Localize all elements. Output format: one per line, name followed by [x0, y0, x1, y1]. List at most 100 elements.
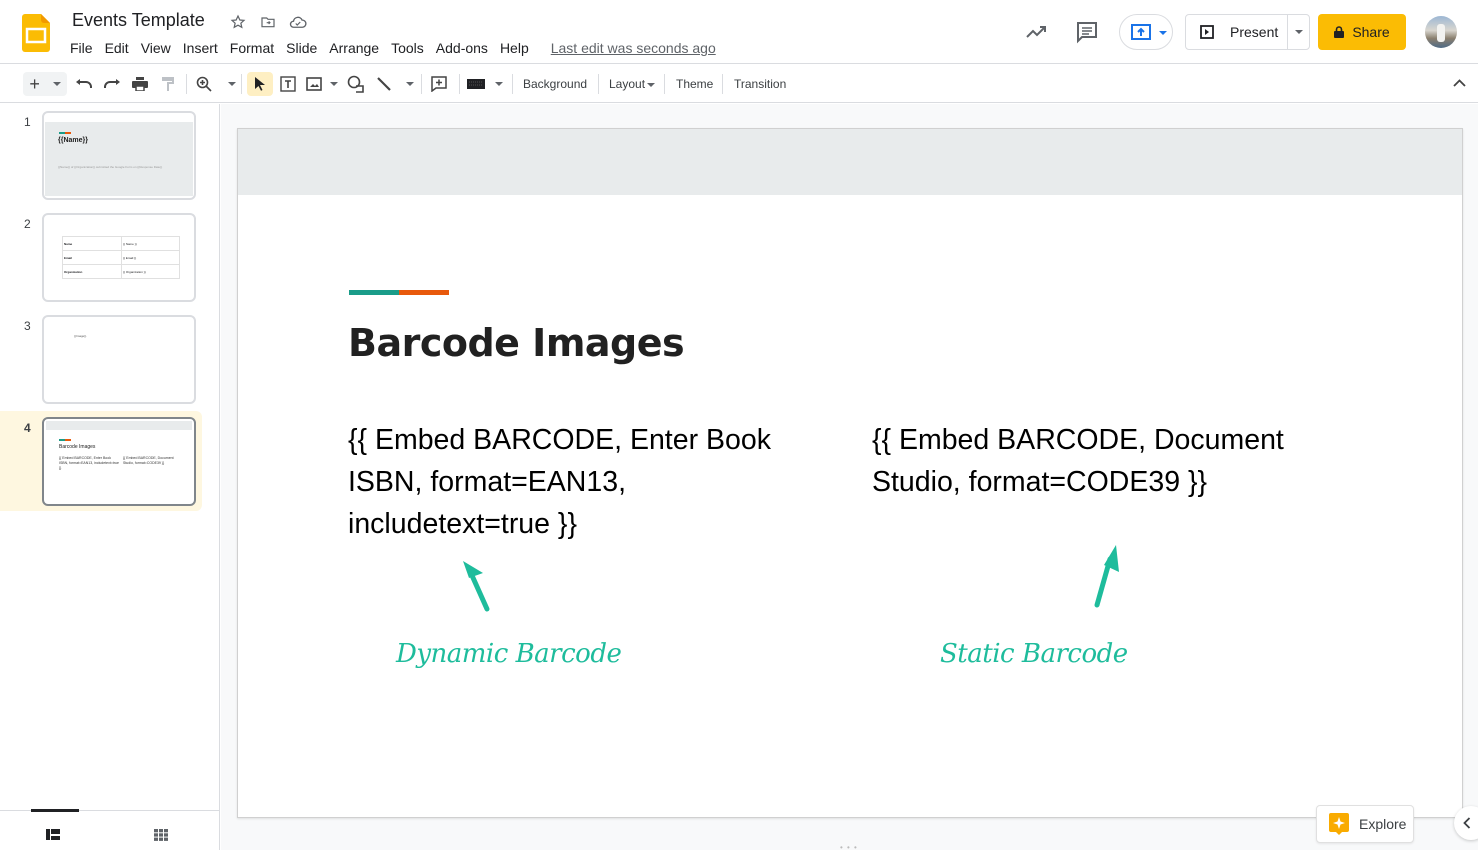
menu-help[interactable]: Help	[494, 40, 535, 56]
toolbar-divider	[598, 74, 599, 94]
slide-title[interactable]: Barcode Images	[348, 321, 685, 365]
filmstrip-slide-4[interactable]: 4 Barcode Images {{ Embed BARCODE, Enter…	[0, 411, 202, 511]
theme-button[interactable]: Theme	[676, 77, 713, 91]
slide-thumbnail[interactable]: {{Image}}	[42, 315, 196, 404]
dynamic-barcode-label[interactable]: Dynamic Barcode	[396, 639, 622, 669]
menu-tools[interactable]: Tools	[385, 40, 430, 56]
slide-number: 1	[24, 115, 31, 129]
toolbar: + Background Layout Theme Transition	[0, 65, 1478, 103]
explore-button[interactable]: Explore	[1316, 805, 1414, 843]
menu-view[interactable]: View	[135, 40, 177, 56]
thumb-cell: Organization	[62, 264, 122, 279]
thumb-cell: Email	[62, 250, 122, 265]
chevron-down-icon	[1294, 30, 1303, 34]
slide-filmstrip: 1 {{Name}} {{Name}} of {{Organization}} …	[0, 104, 220, 850]
cloud-saved-icon[interactable]	[288, 12, 308, 32]
share-button[interactable]: Share	[1318, 14, 1406, 50]
menu-file[interactable]: File	[64, 40, 99, 56]
right-placeholder-text[interactable]: {{ Embed BARCODE, Document Studio, forma…	[872, 419, 1342, 503]
add-comment-button[interactable]	[428, 72, 450, 96]
chevron-down-icon	[495, 82, 503, 86]
line-icon	[377, 77, 391, 91]
grid-view-icon[interactable]	[154, 829, 168, 841]
slides-logo-icon[interactable]	[22, 14, 50, 52]
present-to-meeting-button[interactable]	[1119, 14, 1173, 50]
slide-canvas: Barcode Images {{ Embed BARCODE, Enter B…	[221, 104, 1478, 850]
slide-number: 3	[24, 319, 31, 333]
input-tools-button[interactable]	[467, 72, 503, 96]
redo-button[interactable]	[102, 72, 122, 96]
filmstrip-slide-2[interactable]: 2 Name{{ Name }} Email{{ Email }} Organi…	[0, 213, 202, 313]
paint-format-button[interactable]	[158, 72, 178, 96]
left-placeholder-text[interactable]: {{ Embed BARCODE, Enter Book ISBN, forma…	[348, 419, 818, 545]
slide-number: 4	[24, 421, 31, 435]
comments-icon[interactable]	[1075, 20, 1099, 44]
toolbar-divider	[459, 74, 460, 94]
star-icon[interactable]	[228, 12, 248, 32]
chevron-down-icon	[52, 82, 61, 86]
new-slide-button[interactable]: +	[23, 72, 67, 96]
menu-arrange[interactable]: Arrange	[323, 40, 385, 56]
cursor-icon	[255, 77, 265, 91]
slide-thumbnail[interactable]: Name{{ Name }} Email{{ Email }} Organiza…	[42, 213, 196, 302]
activity-trend-icon[interactable]	[1024, 20, 1048, 44]
transition-button[interactable]: Transition	[734, 77, 786, 91]
text-box-button[interactable]	[278, 72, 298, 96]
thumb-text-left: {{ Embed BARCODE, Enter Book ISBN, forma…	[59, 456, 119, 470]
document-title[interactable]: Events Template	[72, 10, 205, 31]
lock-icon	[1334, 26, 1345, 38]
explore-label: Explore	[1359, 816, 1407, 832]
thumb-text: {{Image}}	[74, 334, 87, 338]
insert-image-button[interactable]	[306, 72, 338, 96]
background-button[interactable]: Background	[523, 77, 587, 91]
share-label: Share	[1352, 24, 1390, 40]
present-button[interactable]: Present	[1186, 15, 1287, 49]
filmstrip-slide-3[interactable]: 3 {{Image}}	[0, 315, 202, 415]
toolbar-divider	[186, 74, 187, 94]
image-icon	[306, 77, 322, 91]
collapse-toolbar-chevron-up-icon[interactable]	[1453, 79, 1466, 88]
menu-insert[interactable]: Insert	[177, 40, 224, 56]
thumb-cell: Name	[62, 236, 122, 251]
toolbar-divider	[241, 74, 242, 94]
last-edit-link[interactable]: Last edit was seconds ago	[551, 40, 716, 56]
undo-button[interactable]	[74, 72, 94, 96]
account-avatar[interactable]	[1425, 16, 1457, 48]
menu-add-ons[interactable]: Add-ons	[430, 40, 494, 56]
chevron-down-icon	[647, 83, 655, 87]
upload-screen-icon	[1131, 24, 1151, 40]
menu-format[interactable]: Format	[224, 40, 280, 56]
toolbar-divider	[512, 74, 513, 94]
speaker-notes-resize-handle[interactable]: • • •	[840, 843, 858, 852]
print-icon	[132, 77, 148, 91]
slide-4-editor[interactable]: Barcode Images {{ Embed BARCODE, Enter B…	[237, 128, 1463, 818]
slide-thumbnail[interactable]: {{Name}} {{Name}} of {{Organization}} su…	[42, 111, 196, 200]
present-button-group: Present	[1185, 14, 1310, 50]
select-tool-button[interactable]	[247, 72, 273, 96]
zoom-button[interactable]	[196, 72, 236, 96]
slide-thumbnail[interactable]: Barcode Images {{ Embed BARCODE, Enter B…	[42, 417, 196, 506]
app-header: Events Template File Edit View Insert Fo…	[0, 0, 1478, 64]
undo-icon	[76, 79, 92, 88]
static-barcode-label[interactable]: Static Barcode	[940, 639, 1128, 669]
zoom-in-icon	[196, 76, 212, 92]
move-to-folder-icon[interactable]	[258, 12, 278, 32]
shape-icon	[347, 75, 364, 93]
menu-edit[interactable]: Edit	[99, 40, 135, 56]
present-options-dropdown[interactable]	[1287, 15, 1309, 49]
accent-bar	[349, 290, 449, 295]
present-label: Present	[1230, 24, 1279, 40]
slide-number: 2	[24, 217, 31, 231]
present-icon	[1200, 25, 1214, 39]
filmstrip-view-toggle	[0, 809, 220, 850]
print-button[interactable]	[130, 72, 150, 96]
filmstrip-view-icon[interactable]	[46, 829, 60, 840]
layout-button[interactable]: Layout	[609, 77, 645, 91]
shape-button[interactable]	[344, 72, 368, 96]
arrow-up-right-icon[interactable]	[1090, 541, 1126, 611]
thumb-title: {{Name}}	[58, 137, 88, 144]
menu-slide[interactable]: Slide	[280, 40, 323, 56]
arrow-up-left-icon[interactable]	[456, 557, 496, 613]
line-button[interactable]	[376, 72, 414, 96]
filmstrip-slide-1[interactable]: 1 {{Name}} {{Name}} of {{Organization}} …	[0, 111, 202, 211]
